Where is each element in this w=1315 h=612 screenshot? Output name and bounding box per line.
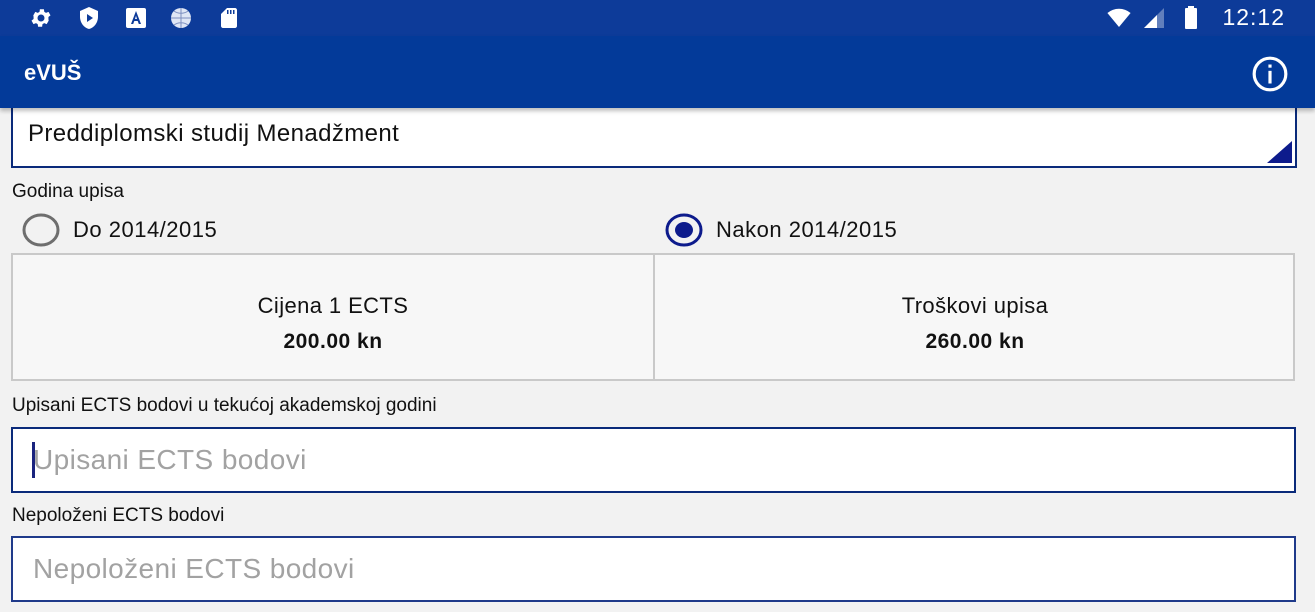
gear-icon: [31, 9, 51, 27]
failed-ects-field-container: [11, 536, 1296, 602]
cost-cards: Cijena 1 ECTS 200.00 kn Troškovi upisa 2…: [11, 253, 1295, 381]
app-bar: eVUŠ: [0, 36, 1315, 108]
play-protect-icon: [80, 7, 98, 29]
radio-checked-icon: [665, 213, 703, 247]
app-title: eVUŠ: [24, 60, 82, 85]
failed-ects-input[interactable]: [31, 546, 1235, 592]
enrolled-ects-input[interactable]: [31, 437, 1235, 483]
signal-icon: [1144, 8, 1164, 28]
enrolled-ects-label: Upisani ECTS bodovi u tekućoj akademskoj…: [12, 395, 437, 416]
radio-unchecked-icon: [22, 213, 60, 247]
battery-icon: [1185, 6, 1197, 29]
status-clock: 12:12: [1222, 4, 1285, 30]
wifi-icon: [1107, 8, 1131, 27]
dropdown-corner-icon: [1267, 141, 1292, 163]
info-icon[interactable]: [1251, 55, 1289, 93]
ects-price-value: 200.00 kn: [283, 330, 383, 353]
radio-before-2014-label: Do 2014/2015: [73, 217, 218, 242]
enrollment-cost-card: Troškovi upisa 260.00 kn: [655, 255, 1295, 379]
sd-card-icon: [221, 8, 237, 28]
globe-icon: [171, 8, 191, 28]
program-select[interactable]: Preddiplomski studij Menadžment: [11, 108, 1297, 168]
enrollment-cost-label: Troškovi upisa: [901, 293, 1049, 318]
ects-price-card: Cijena 1 ECTS 200.00 kn: [13, 255, 655, 379]
enrollment-cost-value: 260.00 kn: [925, 330, 1025, 353]
radio-after-2014-label: Nakon 2014/2015: [716, 217, 898, 242]
status-bar: 12:12: [0, 0, 1315, 36]
enrolled-ects-field-container: [11, 427, 1296, 493]
ects-price-label: Cijena 1 ECTS: [257, 293, 409, 318]
font-a-icon: [126, 8, 146, 28]
failed-ects-label: Nepoloženi ECTS bodovi: [12, 505, 225, 526]
enrollment-year-label: Godina upisa: [12, 181, 124, 202]
program-select-value: Preddiplomski studij Menadžment: [28, 120, 400, 147]
